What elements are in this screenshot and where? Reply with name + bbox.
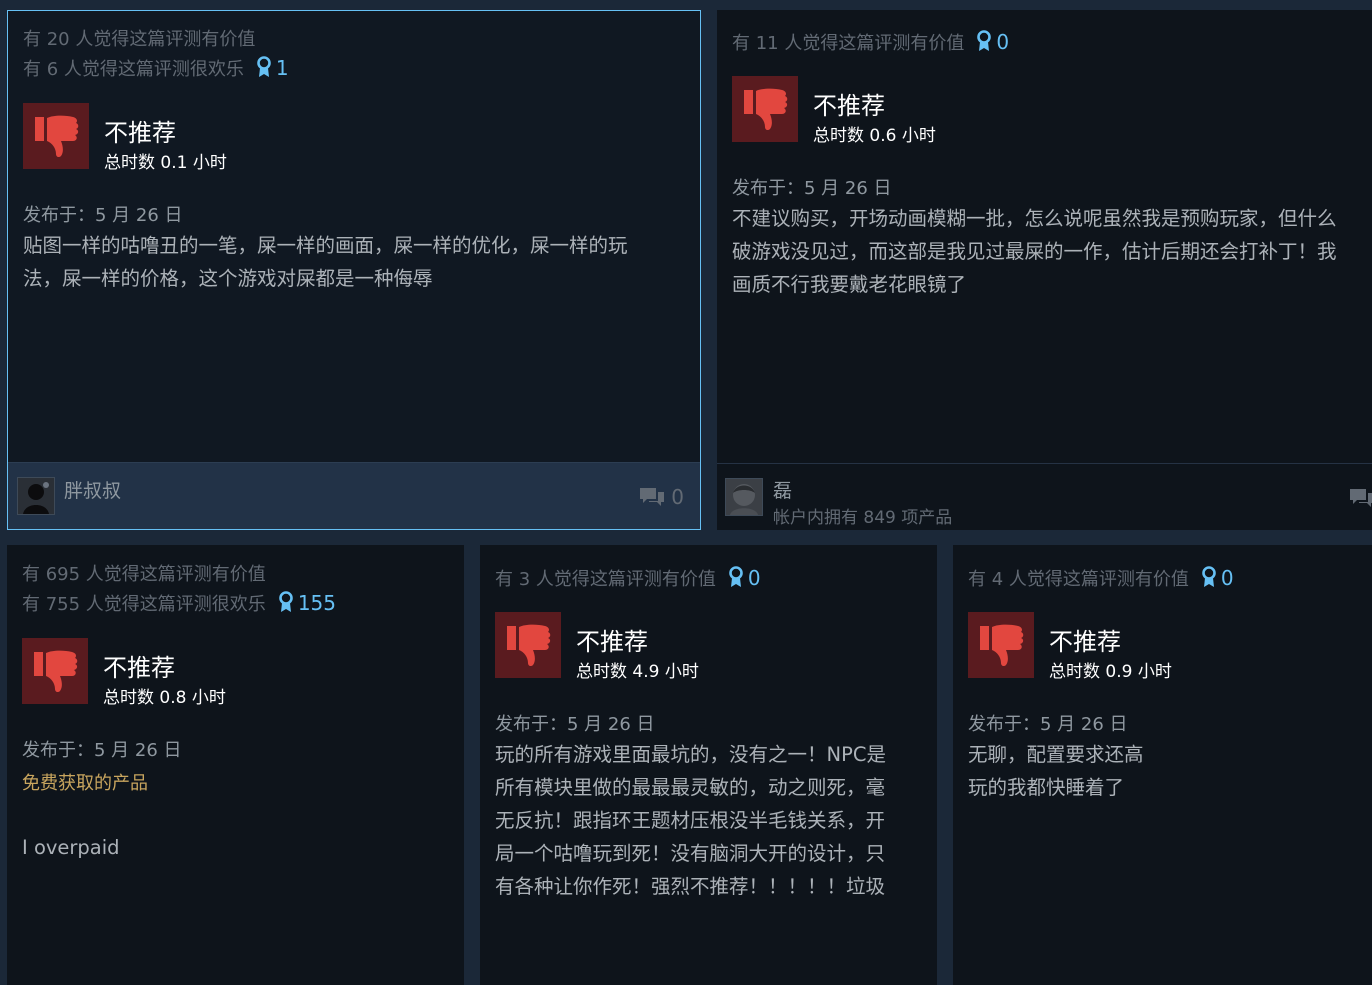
review-verdict[interactable]: 不推荐 <box>576 622 648 657</box>
author-name[interactable]: 磊 <box>773 476 792 503</box>
free-product-label: 免费获取的产品 <box>22 773 148 794</box>
thumbs-down-icon[interactable] <box>495 612 561 678</box>
award-ribbon-icon <box>278 591 294 621</box>
helpful-votes: 有 11 人觉得这篇评测有价值 0 <box>732 28 1009 60</box>
thumbs-down-icon[interactable] <box>968 612 1034 678</box>
helpful-votes: 有 20 人觉得这篇评测有价值 有 6 人觉得这篇评测很欢乐 1 <box>23 25 289 86</box>
hours-played: 总时数 0.6 小时 <box>813 126 936 146</box>
products-owned[interactable]: 帐户内拥有 849 项产品 <box>773 503 952 528</box>
author-name[interactable]: 胖叔叔 <box>64 476 121 503</box>
review-text: I overpaid <box>22 836 120 859</box>
funny-count: 有 6 人觉得这篇评测很欢乐 1 <box>23 54 289 86</box>
posted-date: 发布于：5 月 26 日 <box>23 205 183 226</box>
review-footer: 胖叔叔 0 <box>8 462 700 529</box>
review-card[interactable]: 有 4 人觉得这篇评测有价值 0 不推荐 总时数 0.9 小时 发布于：5 月 2… <box>953 545 1372 985</box>
review-verdict[interactable]: 不推荐 <box>103 648 175 683</box>
helpful-count: 有 20 人觉得这篇评测有价值 <box>23 29 256 50</box>
review-text: 贴图一样的咕噜丑的一笔，屎一样的画面，屎一样的优化，屎一样的玩 法，屎一样的价格… <box>23 234 628 290</box>
speech-bubbles-icon <box>1350 489 1372 507</box>
review-verdict[interactable]: 不推荐 <box>1049 622 1121 657</box>
helpful-count: 有 11 人觉得这篇评测有价值 0 <box>732 28 1009 60</box>
award-ribbon-icon <box>976 30 992 60</box>
review-verdict[interactable]: 不推荐 <box>813 86 885 121</box>
award-count[interactable]: 0 <box>976 30 1009 54</box>
helpful-votes: 有 4 人觉得这篇评测有价值 0 <box>968 564 1234 596</box>
thumbs-down-icon[interactable] <box>23 103 89 169</box>
review-card[interactable]: 有 11 人觉得这篇评测有价值 0 不推荐 总时数 0.6 小时 发布于：5 月 … <box>717 10 1372 530</box>
review-card[interactable]: 有 695 人觉得这篇评测有价值 有 755 人觉得这篇评测很欢乐 155 不推荐… <box>7 545 464 985</box>
award-ribbon-icon <box>256 56 272 86</box>
thumbs-down-icon[interactable] <box>22 638 88 704</box>
posted-date: 发布于：5 月 26 日 <box>968 714 1128 735</box>
author-avatar[interactable] <box>725 478 763 516</box>
comment-count[interactable] <box>1349 486 1372 510</box>
award-ribbon-icon <box>1201 566 1217 596</box>
speech-bubbles-icon <box>640 488 665 506</box>
helpful-count: 有 4 人觉得这篇评测有价值 0 <box>968 564 1234 596</box>
award-count[interactable]: 155 <box>278 591 336 615</box>
comment-count[interactable]: 0 <box>639 485 684 509</box>
award-ribbon-icon <box>728 566 744 596</box>
review-card[interactable]: 有 20 人觉得这篇评测有价值 有 6 人觉得这篇评测很欢乐 1 不推荐 总时数 … <box>7 10 701 530</box>
review-verdict[interactable]: 不推荐 <box>104 113 176 148</box>
review-card[interactable]: 有 3 人觉得这篇评测有价值 0 不推荐 总时数 4.9 小时 发布于：5 月 2… <box>480 545 937 985</box>
thumbs-down-icon[interactable] <box>732 76 798 142</box>
funny-count: 有 755 人觉得这篇评测很欢乐 155 <box>22 589 336 621</box>
posted-date: 发布于：5 月 26 日 <box>732 178 892 199</box>
helpful-count: 有 695 人觉得这篇评测有价值 <box>22 564 266 585</box>
review-text: 不建议购买，开场动画模糊一批，怎么说呢虽然我是预购玩家，但什么 破游戏没见过，而… <box>732 207 1337 296</box>
hours-played: 总时数 0.9 小时 <box>1049 662 1172 682</box>
author-avatar[interactable] <box>17 477 55 515</box>
award-count[interactable]: 1 <box>256 56 289 80</box>
posted-date: 发布于：5 月 26 日 <box>22 740 182 761</box>
helpful-votes: 有 3 人觉得这篇评测有价值 0 <box>495 564 761 596</box>
review-text: 玩的所有游戏里面最坑的，没有之一！NPC是 所有模块里做的最最最灵敏的，动之则死… <box>495 743 886 898</box>
award-count[interactable]: 0 <box>728 566 761 590</box>
award-count[interactable]: 0 <box>1201 566 1234 590</box>
hours-played: 总时数 0.1 小时 <box>104 153 227 173</box>
hours-played: 总时数 4.9 小时 <box>576 662 699 682</box>
hours-played: 总时数 0.8 小时 <box>103 688 226 708</box>
review-footer: 磊 帐户内拥有 849 项产品 <box>717 463 1372 530</box>
posted-date: 发布于：5 月 26 日 <box>495 714 655 735</box>
helpful-votes: 有 695 人觉得这篇评测有价值 有 755 人觉得这篇评测很欢乐 155 <box>22 560 336 621</box>
helpful-count: 有 3 人觉得这篇评测有价值 0 <box>495 564 761 596</box>
review-text: 无聊，配置要求还高 玩的我都快睡着了 <box>968 743 1144 799</box>
